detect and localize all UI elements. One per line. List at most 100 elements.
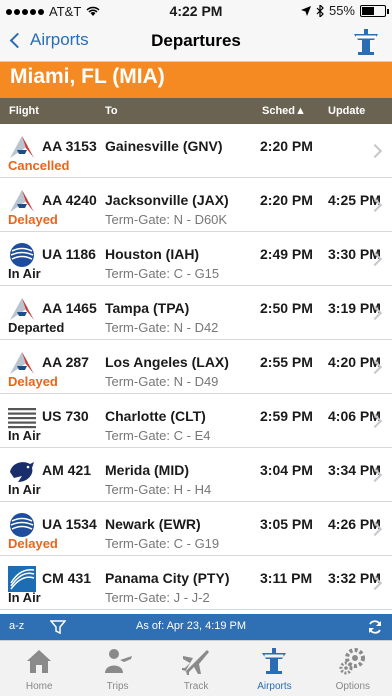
tab-bar: Home Trips Track Airports Options [0,640,392,696]
terminal-gate: Term-Gate: C - E4 [105,428,211,443]
flight-status: In Air [8,428,41,443]
flight-status: Delayed [8,374,58,389]
column-flight[interactable]: Flight [9,105,39,117]
scheduled-time: 2:55 PM [260,354,313,370]
filter-funnel-icon[interactable] [50,619,66,635]
column-update[interactable]: Update [328,105,365,117]
tab-options[interactable]: Options [314,641,392,696]
column-header-bar: Flight To Sched▲ Update [0,98,392,124]
scheduled-time: 2:50 PM [260,300,313,316]
battery-icon [360,4,389,17]
copa-airlines-logo [8,566,36,592]
location-arrow-icon [300,5,311,16]
column-sched[interactable]: Sched▲ [262,105,306,117]
column-to[interactable]: To [105,105,118,117]
scheduled-time: 2:49 PM [260,246,313,262]
united-airlines-logo [8,242,36,268]
terminal-gate: Term-Gate: C - G19 [105,536,220,551]
flight-status: In Air [8,266,41,281]
bluetooth-icon [316,4,324,17]
flight-status: Delayed [8,212,58,227]
tab-airports[interactable]: Airports [235,641,313,696]
flight-row[interactable]: UA 1534 Newark (EWR) Term-Gate: C - G19 3:0… [0,502,392,556]
flight-row[interactable]: UA 1186 Houston (IAH) Term-Gate: C - G15 2:… [0,232,392,286]
terminal-gate: Term-Gate: N - D49 [105,374,219,389]
us-airways-logo [8,404,36,430]
flight-number: US 730 [42,408,89,424]
terminal-gate: Term-Gate: N - D42 [105,320,219,335]
terminal-gate: Term-Gate: N - D60K [105,212,228,227]
flight-row[interactable]: AA 287 Los Angeles (LAX) Term-Gate: N - D4… [0,340,392,394]
flight-row[interactable]: AM 421 Merida (MID) Term-Gate: H - H4 3:04 … [0,448,392,502]
airport-name: Miami, FL (MIA) [10,65,165,88]
tab-track[interactable]: Track [157,641,235,696]
scheduled-time: 3:11 PM [260,570,313,586]
sort-az-button[interactable]: a-z [9,620,24,632]
destination: Jacksonville (JAX) [105,192,229,208]
terminal-gate: Term-Gate: J - J-2 [105,590,210,605]
refresh-icon[interactable] [366,618,384,636]
destination: Los Angeles (LAX) [105,354,229,370]
gears-icon [339,648,365,675]
person-icon [104,649,132,673]
scheduled-time: 3:05 PM [260,516,313,532]
scheduled-time: 3:04 PM [260,462,313,478]
tab-trips-label: Trips [106,681,129,692]
airport-header: Miami, FL (MIA) [0,62,392,98]
flight-number: AA 1465 [42,300,97,316]
scheduled-time: 2:20 PM [260,192,313,208]
info-bar: a-z As of: Apr 23, 4:19 PM [0,614,392,640]
flight-number: UA 1534 [42,516,97,532]
destination: Merida (MID) [105,462,189,478]
chevron-right-icon [367,143,383,159]
last-updated-text: As of: Apr 23, 4:19 PM [136,620,247,632]
terminal-gate: Term-Gate: H - H4 [105,482,212,497]
status-right: 55% [300,3,389,18]
flight-number: CM 431 [42,570,92,586]
destination: Charlotte (CLT) [105,408,206,424]
scheduled-time: 2:59 PM [260,408,313,424]
flight-status: In Air [8,590,41,605]
aeromexico-logo [8,458,36,484]
flight-row[interactable]: AA 4240 Jacksonville (JAX) Term-Gate: N - … [0,178,392,232]
status-bar: AT&T 4:22 PM 55% [0,0,392,22]
page-title: Departures [151,31,241,50]
flight-number: AA 3153 [42,138,97,154]
american-airlines-logo [8,188,36,214]
tab-track-label: Track [183,681,209,692]
scheduled-time: 2:20 PM [260,138,313,154]
terminal-gate: Term-Gate: C - G15 [105,266,220,281]
house-icon [27,650,52,673]
tab-home-label: Home [25,681,53,692]
control-tower-icon [262,648,287,674]
flight-row[interactable]: US 730 Charlotte (CLT) Term-Gate: C - E4 2:… [0,394,392,448]
flight-status: Cancelled [8,158,70,173]
flight-row[interactable]: AA 1465 Tampa (TPA) Term-Gate: N - D42 2:50… [0,286,392,340]
destination: Tampa (TPA) [105,300,190,316]
flight-status: Departed [8,320,65,335]
american-airlines-logo [8,296,36,322]
destination: Houston (IAH) [105,246,200,262]
battery-percent: 55% [328,3,355,18]
flight-list[interactable]: AA 3153 Gainesville (GNV) 2:20 PM Cancelled… [0,124,392,614]
flight-status: Delayed [8,536,58,551]
flight-number: AA 4240 [42,192,97,208]
destination: Panama City (PTY) [105,570,230,586]
american-airlines-logo [8,134,36,160]
tab-airports-label: Airports [257,681,292,692]
plane-icon [182,650,210,675]
flight-number: UA 1186 [42,246,96,262]
flight-row[interactable]: CM 431 Panama City (PTY) Term-Gate: J - J-… [0,556,392,610]
navigation-bar: Airports Departures [0,22,392,62]
tab-home[interactable]: Home [0,641,78,696]
flight-status: In Air [8,482,41,497]
destination: Gainesville (GNV) [105,138,223,154]
tab-options-label: Options [335,681,371,692]
tab-trips[interactable]: Trips [78,641,156,696]
control-tower-icon[interactable] [350,26,382,58]
destination: Newark (EWR) [105,516,201,532]
flight-row[interactable]: AA 3153 Gainesville (GNV) 2:20 PM Cancelled [0,124,392,178]
flight-number: AM 421 [42,462,92,478]
united-airlines-logo [8,512,36,538]
american-airlines-logo [8,350,36,376]
